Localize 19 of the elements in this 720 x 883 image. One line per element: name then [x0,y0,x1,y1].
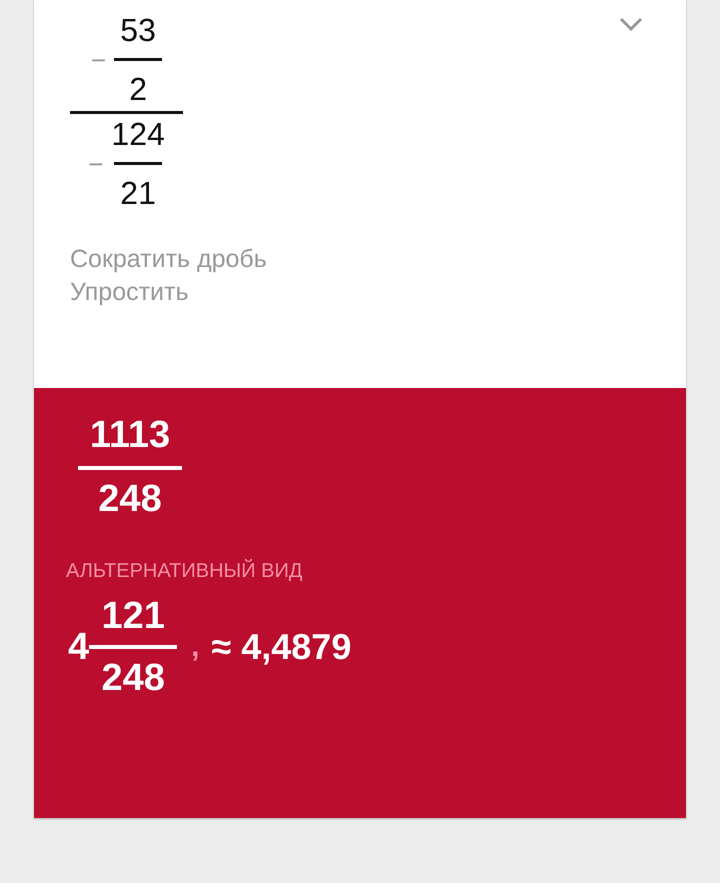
approximate-value: ≈ 4,4879 [211,626,352,668]
numerator: 1113 [90,416,170,458]
denominator: 248 [98,477,162,518]
minus-sign: − [90,45,106,76]
chevron-down-icon[interactable] [619,16,643,32]
fraction-bar [114,162,162,165]
minus-sign: − [88,149,104,180]
denominator: 248 [101,656,165,697]
denominator: 2 [129,70,147,109]
denominator: 21 [120,174,156,213]
fraction-bar [114,58,162,61]
numerator: 121 [101,597,165,639]
section-label: АЛЬТЕРНАТИВНЫЙ ВИД [66,560,304,583]
separator: , [191,630,200,664]
numerator: 53 [120,11,156,50]
action-link[interactable]: Сократить дробь [70,245,267,274]
numerator: 124 [111,115,165,154]
action-link[interactable]: Упростить [70,278,188,307]
whole-part: 4 [68,626,90,668]
